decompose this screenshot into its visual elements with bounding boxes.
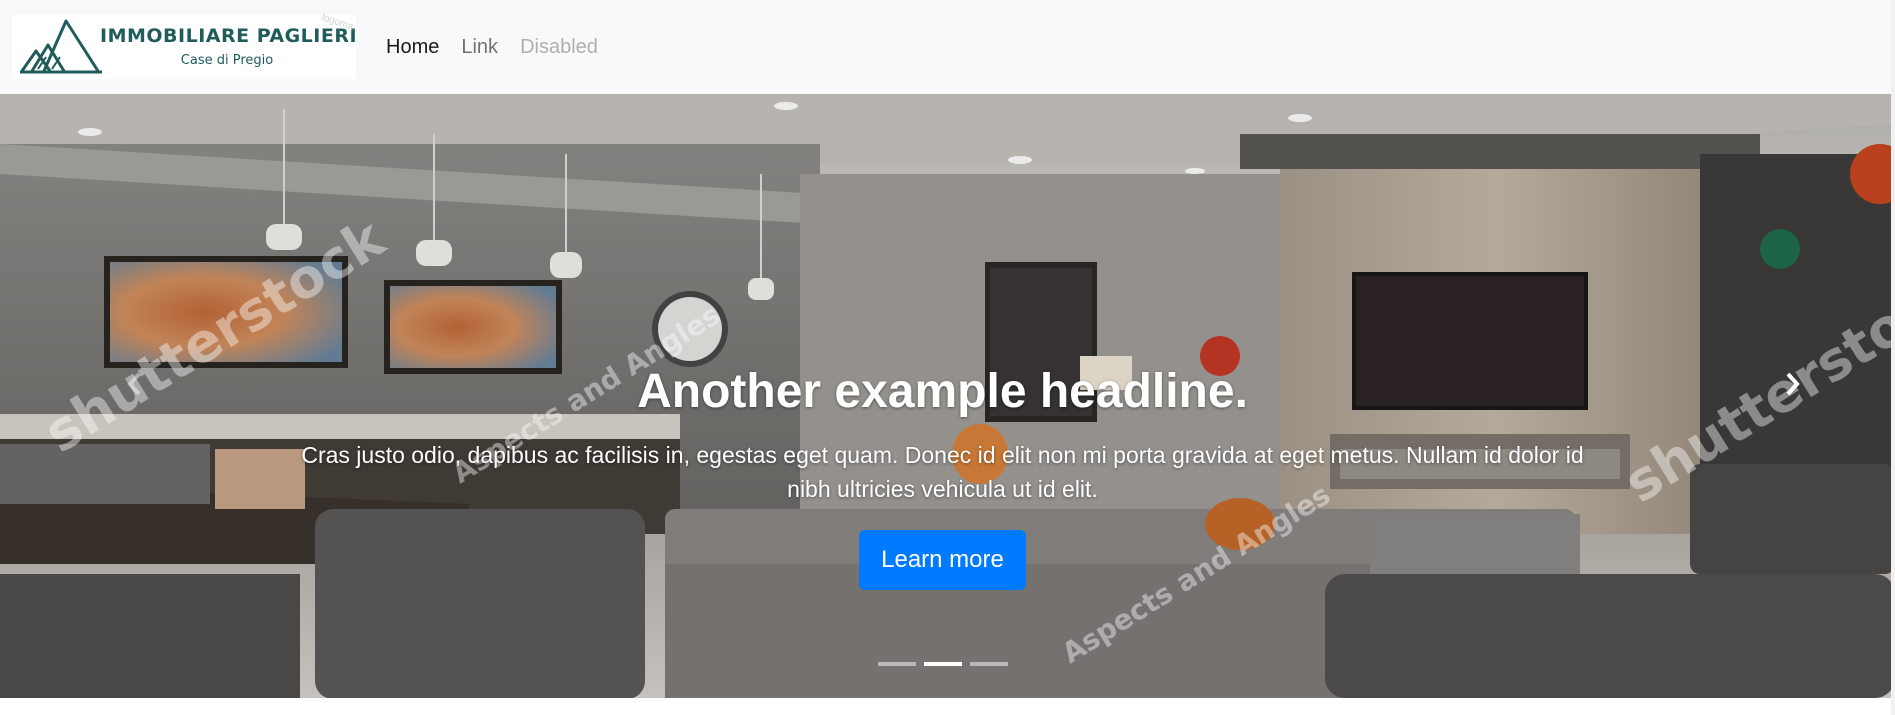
carousel-indicator-2[interactable] <box>924 662 962 666</box>
brand-name: IMMOBILIARE PAGLIERI <box>100 25 358 47</box>
navbar: IMMOBILIARE PAGLIERI Case di Pregio logo… <box>0 0 1895 94</box>
nav-link[interactable]: Link <box>461 36 498 59</box>
carousel-indicators <box>878 662 1008 666</box>
nav-disabled: Disabled <box>520 36 598 58</box>
brand-tagline: Case di Pregio <box>174 53 280 68</box>
scrollbar-track[interactable] <box>1891 0 1895 715</box>
brand-logo[interactable]: IMMOBILIARE PAGLIERI Case di Pregio logo… <box>12 12 358 79</box>
carousel-next-button[interactable] <box>1747 284 1837 484</box>
carousel-indicator-1[interactable] <box>878 662 916 666</box>
learn-more-button[interactable]: Learn more <box>859 530 1026 590</box>
chevron-right-icon <box>1786 372 1800 396</box>
carousel-prev-button[interactable] <box>90 284 180 484</box>
carousel-headline: Another example headline. <box>637 365 1248 418</box>
carousel-indicator-3[interactable] <box>970 662 1008 666</box>
carousel-text: Cras justo odio, dapibus ac facilisis in… <box>301 442 1584 502</box>
hero-carousel: shutterstock shutterstock Aspects and An… <box>0 94 1895 698</box>
mountains-logo-icon <box>20 19 102 74</box>
chevron-left-icon <box>127 372 141 396</box>
nav-home[interactable]: Home <box>386 36 439 59</box>
nav-links: Home Link Disabled <box>386 36 598 59</box>
carousel-caption: Another example headline. Cras justo odi… <box>240 364 1645 590</box>
